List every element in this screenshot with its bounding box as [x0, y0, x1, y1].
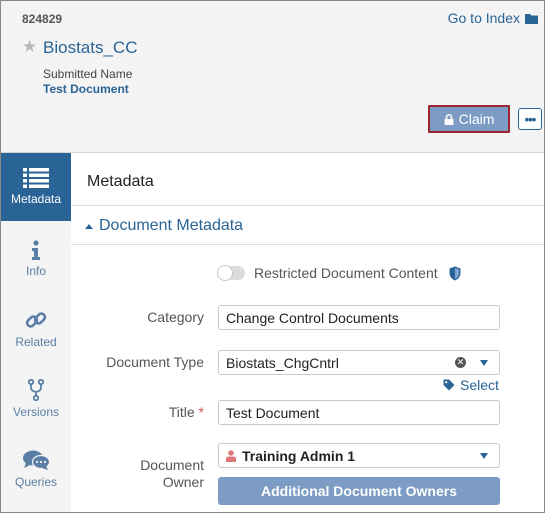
metadata-panel: Metadata Document Metadata Restricted Do…	[71, 153, 544, 512]
sidebar-item-info[interactable]: Info	[1, 225, 71, 293]
required-marker: *	[198, 404, 204, 420]
shield-icon	[449, 266, 461, 280]
claim-button[interactable]: Claim	[428, 105, 510, 133]
section-title: Document Metadata	[99, 217, 244, 234]
section-header: Document Metadata	[71, 205, 544, 245]
document-metadata-toggle[interactable]: Document Metadata	[85, 217, 243, 235]
folder-icon	[525, 13, 538, 24]
submitted-name-label: Submitted Name	[43, 67, 133, 81]
clear-icon[interactable]: ✕	[455, 357, 466, 368]
chevron-down-icon[interactable]	[480, 360, 488, 366]
more-options-button[interactable]: •••	[518, 108, 542, 130]
title-field[interactable]: Test Document	[218, 400, 500, 425]
star-icon[interactable]: ★	[22, 38, 37, 55]
select-link[interactable]: Select	[443, 377, 499, 393]
title-label-text: Title	[168, 404, 195, 420]
document-number: 824829	[22, 12, 63, 26]
sidebar-item-label: Versions	[12, 405, 60, 419]
go-to-index-label: Go to Index	[447, 10, 520, 26]
select-label: Select	[460, 377, 499, 393]
link-icon	[25, 312, 47, 328]
additional-owners-label: Additional Document Owners	[260, 483, 457, 499]
document-panel: 824829 Go to Index ★ Biostats_CC Submitt…	[0, 0, 545, 513]
category-value: Change Control Documents	[226, 309, 399, 326]
restricted-content-toggle[interactable]	[217, 265, 245, 281]
sidebar-item-queries[interactable]: Queries	[1, 435, 71, 503]
toggle-knob	[217, 265, 233, 281]
chat-icon	[23, 450, 50, 470]
category-label: Category	[147, 309, 204, 325]
submitted-name-value: Test Document	[43, 82, 129, 96]
tag-icon	[443, 379, 455, 391]
sidebar-item-label: Related	[15, 335, 57, 349]
restricted-content-row: Restricted Document Content	[217, 265, 461, 281]
document-owner-label: Document Owner	[74, 457, 204, 491]
additional-document-owners-button[interactable]: Additional Document Owners	[218, 477, 500, 505]
document-owner-label-line1: Document	[140, 457, 204, 473]
sidebar-item-label: Metadata	[10, 192, 62, 206]
document-type-select[interactable]: Biostats_ChgCntrl ✕	[218, 350, 500, 375]
go-to-index-link[interactable]: Go to Index	[448, 10, 538, 26]
sidebar-item-related[interactable]: Related	[1, 295, 71, 363]
title-value: Test Document	[226, 404, 320, 421]
restricted-content-label: Restricted Document Content	[254, 265, 438, 281]
claim-label: Claim	[458, 111, 495, 127]
category-field[interactable]: Change Control Documents	[218, 305, 500, 330]
sidebar-item-metadata[interactable]: Metadata	[1, 153, 71, 221]
info-icon	[32, 240, 40, 260]
page-title: Metadata	[87, 173, 154, 190]
document-owner-value: Training Admin 1	[242, 447, 356, 464]
sidebar-item-versions[interactable]: Versions	[1, 365, 71, 433]
sidebar-item-label: Queries	[14, 475, 58, 489]
chevron-down-icon[interactable]	[480, 453, 488, 459]
caret-up-icon	[85, 223, 93, 229]
more-options-icon: •••	[524, 111, 537, 127]
branch-icon	[28, 379, 44, 401]
lock-icon	[444, 113, 454, 125]
sidebar-item-label: Info	[25, 264, 46, 278]
document-owner-label-line2: Owner	[162, 474, 204, 490]
document-type-label: Document Type	[106, 354, 204, 370]
sidebar: Metadata Info Related Versions Queries	[1, 153, 71, 512]
user-icon	[226, 449, 236, 462]
document-header: 824829 Go to Index ★ Biostats_CC Submitt…	[1, 1, 544, 152]
title-label: Title *	[74, 404, 204, 420]
document-name[interactable]: Biostats_CC	[43, 38, 137, 58]
list-icon	[23, 168, 49, 188]
document-owner-select[interactable]: Training Admin 1	[218, 443, 500, 468]
document-type-value: Biostats_ChgCntrl	[226, 354, 339, 371]
